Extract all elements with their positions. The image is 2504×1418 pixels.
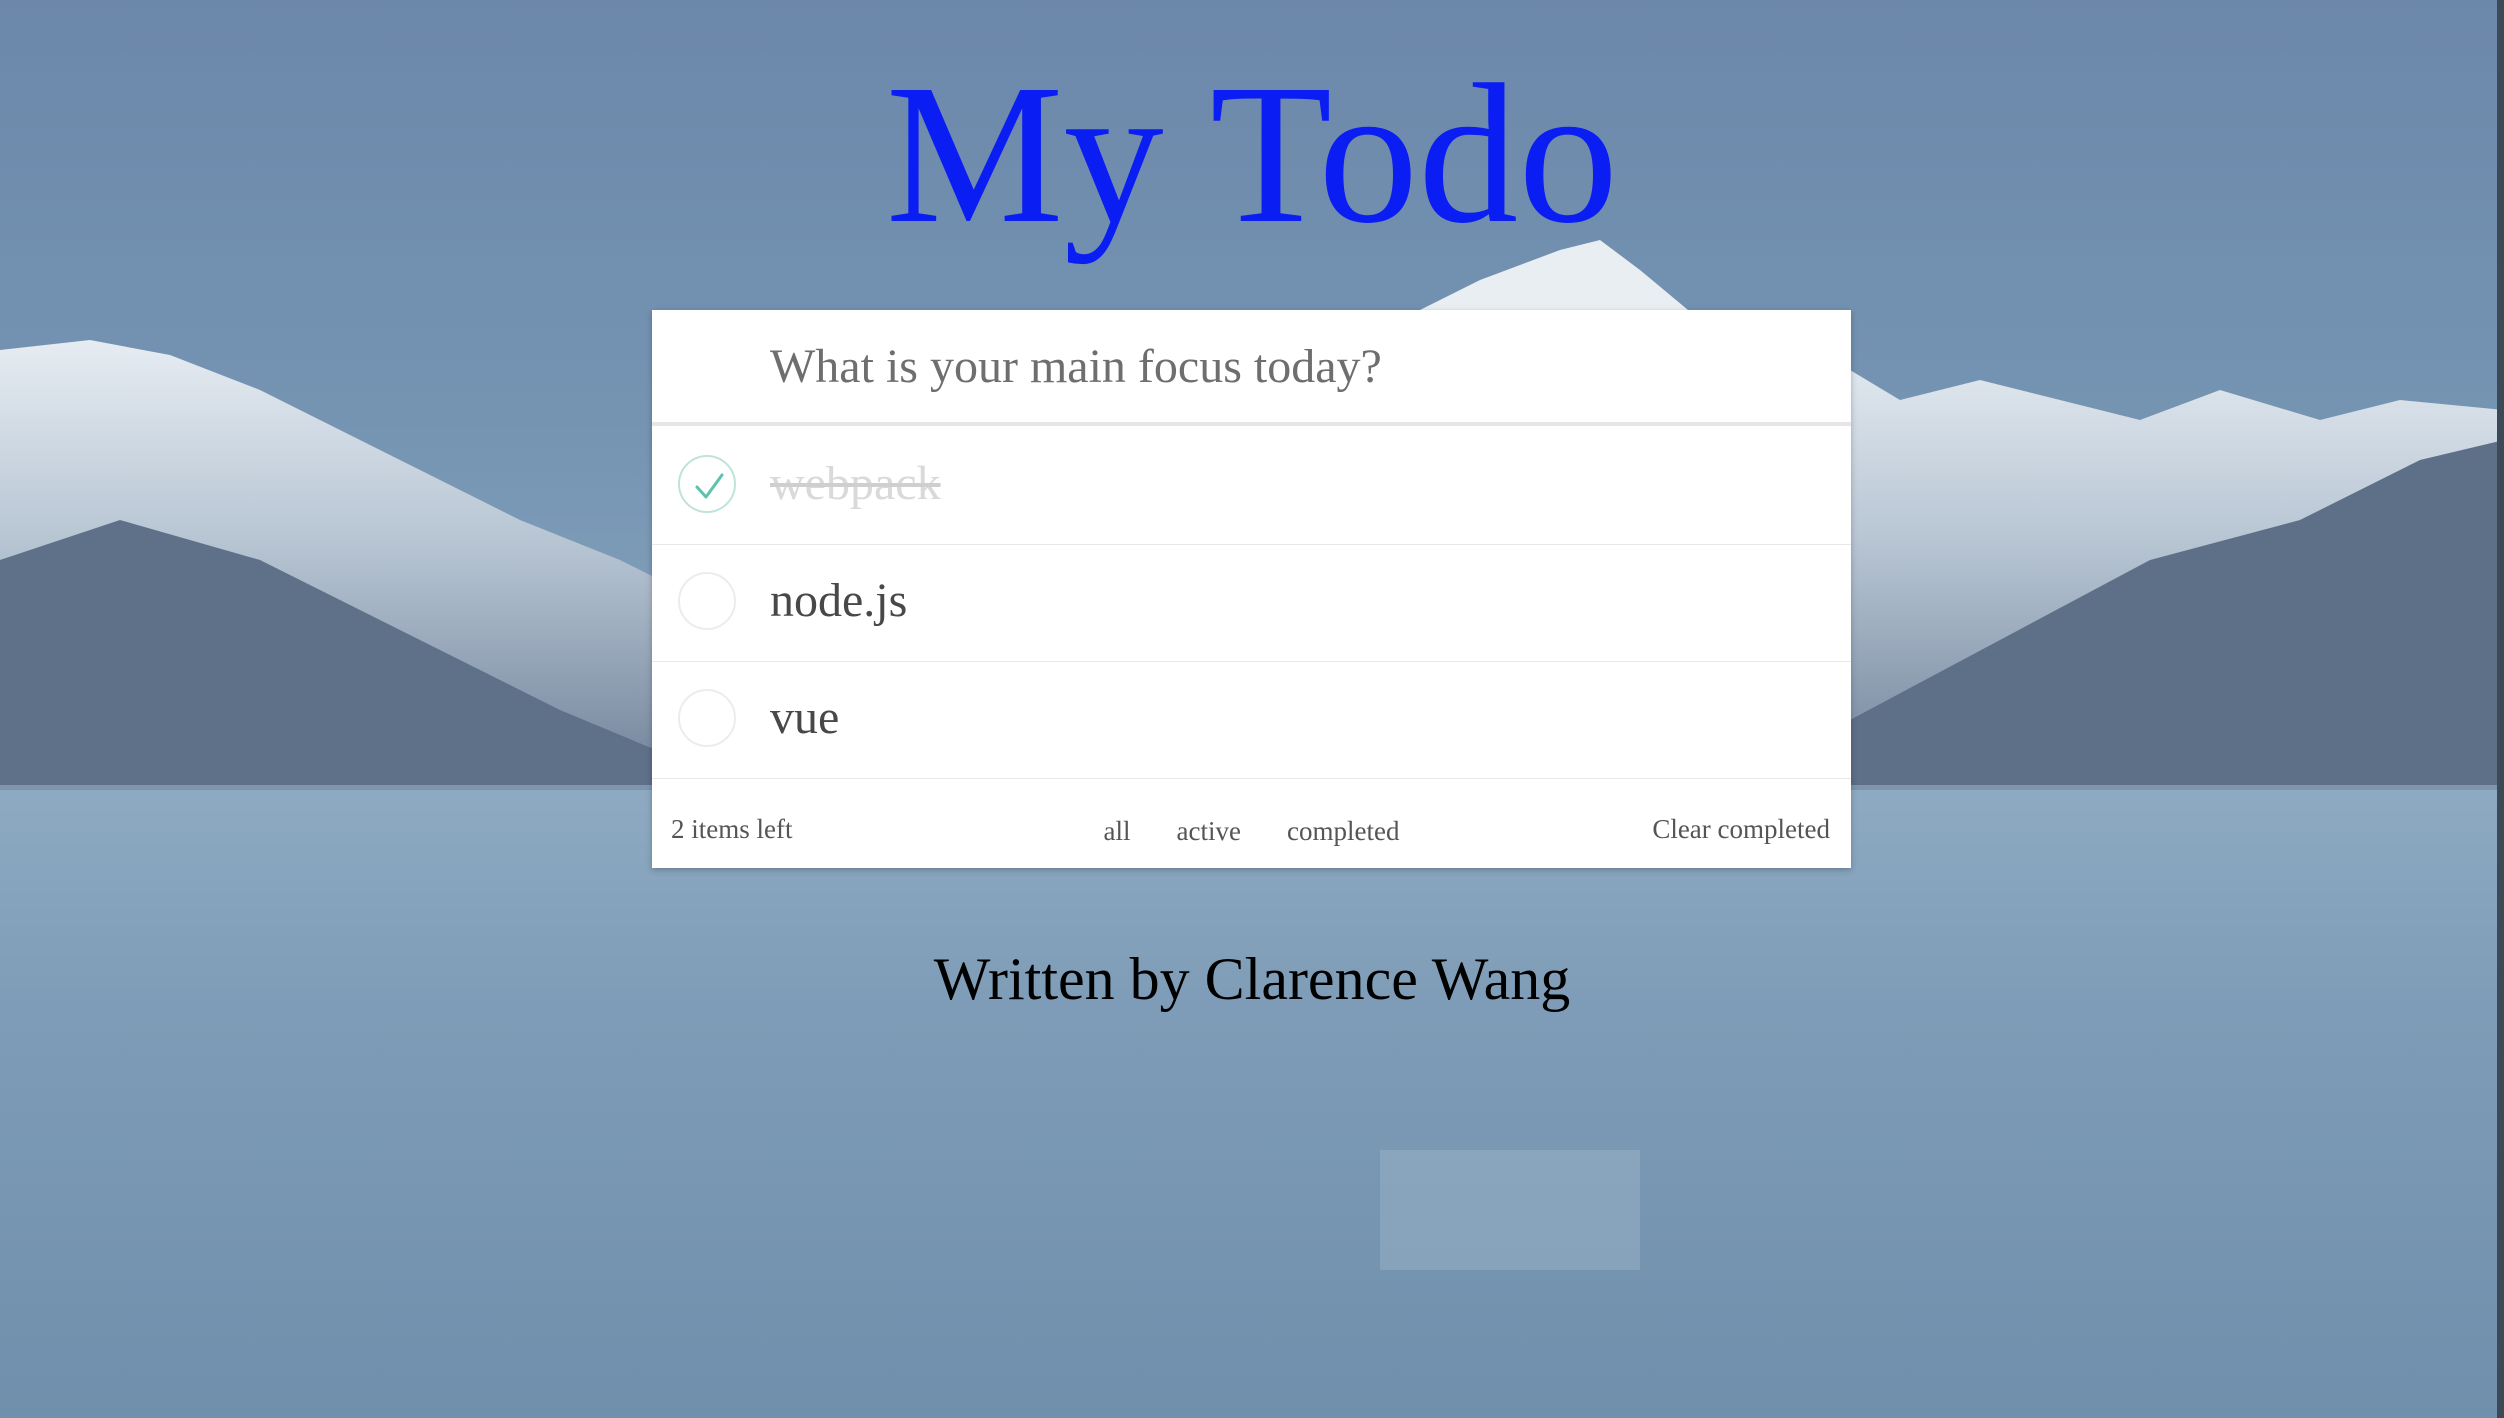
new-todo-input[interactable]	[652, 310, 1851, 426]
todo-toggle-checkbox[interactable]	[678, 689, 736, 747]
author-credit: Written by Clarence Wang	[933, 946, 1571, 1012]
todo-toggle-checkbox[interactable]	[678, 572, 736, 630]
todo-footer: 2 items left all active completed Clear co…	[652, 784, 1851, 868]
todo-card: webpack node.js vue 2 items left allacti…	[652, 310, 1851, 868]
todo-item: node.js	[652, 545, 1851, 662]
clear-completed-button[interactable]: Clear completed	[1652, 814, 1830, 845]
todo-toggle-checkbox[interactable]	[678, 455, 736, 513]
todo-label[interactable]: node.js	[770, 571, 907, 631]
todo-item: vue	[652, 662, 1851, 779]
items-left-count: 2 items left	[671, 814, 793, 844]
todo-label[interactable]: vue	[770, 688, 839, 748]
window-edge	[2497, 0, 2504, 1418]
filter-active[interactable]: active	[1154, 816, 1264, 847]
filter-completed[interactable]: completed	[1264, 816, 1422, 847]
todo-label[interactable]: webpack	[770, 454, 941, 514]
todo-item: webpack	[652, 428, 1851, 545]
filter-all[interactable]: all	[1081, 816, 1154, 847]
todo-list: webpack node.js vue	[652, 428, 1851, 779]
check-icon	[695, 473, 724, 499]
app-title: My Todo	[885, 44, 1619, 265]
